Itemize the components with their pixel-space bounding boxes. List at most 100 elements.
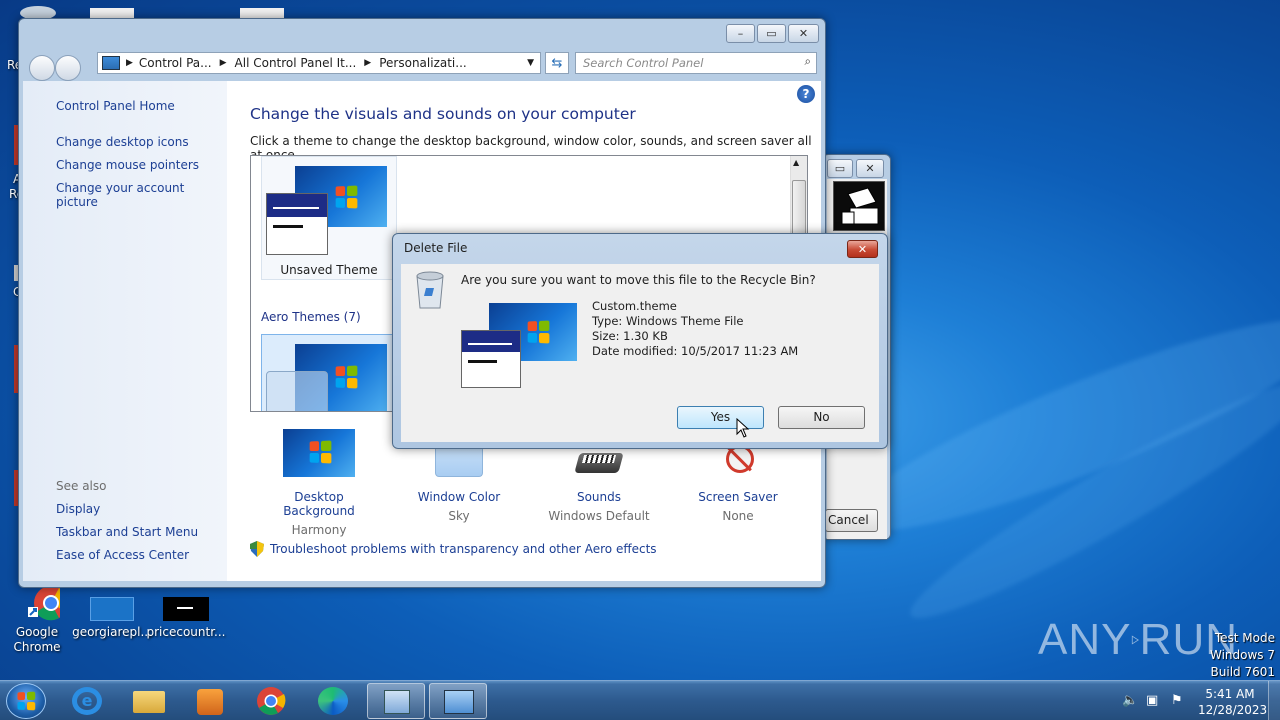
change-mouse-pointers-link[interactable]: Change mouse pointers: [56, 158, 199, 172]
setting-value: Harmony: [291, 523, 347, 537]
aero-themes-heading: Aero Themes (7): [261, 310, 361, 324]
screensaver-icon: [833, 181, 885, 231]
volume-icon[interactable]: 🔈: [1122, 693, 1138, 708]
setting-value: Windows Default: [548, 509, 650, 523]
refresh-icon: ⇆: [551, 55, 563, 71]
watermark-line: Build 7601: [1210, 665, 1275, 679]
minimize-button[interactable]: –: [726, 24, 755, 43]
personalization-icon: [444, 690, 474, 714]
taskbar-edge-button[interactable]: [304, 683, 362, 719]
task-pane: Control Panel Home Change desktop icons …: [23, 81, 227, 581]
caption-buttons: – ▭ ✕: [726, 24, 819, 43]
file-name: Custom.theme: [592, 299, 677, 313]
desktop-icon-file[interactable]: georgiarepl...: [72, 585, 152, 640]
theme-tile-unsaved[interactable]: Unsaved Theme: [261, 156, 397, 280]
mouse-cursor-icon: [736, 418, 750, 438]
theme-window-preview: [266, 193, 328, 255]
see-also-heading: See also: [56, 479, 107, 493]
file-size: Size: 1.30 KB: [592, 329, 668, 343]
folder-icon: [133, 691, 165, 713]
chevron-right-icon: ▶: [219, 58, 227, 68]
yes-button[interactable]: Yes: [677, 406, 764, 429]
desktop-icon-file[interactable]: pricecountr...: [146, 585, 226, 640]
shield-icon: [250, 541, 264, 557]
search-placeholder: Search Control Panel: [583, 56, 704, 70]
chevron-right-icon: ▶: [126, 58, 133, 68]
media-player-icon: [197, 689, 223, 715]
address-bar[interactable]: ▶ Control Pa... ▶ All Control Panel It..…: [97, 52, 541, 74]
maximize-button[interactable]: ▭: [757, 24, 786, 43]
desktop-icon-label: georgiarepl...: [72, 625, 152, 639]
network-icon[interactable]: ▣: [1146, 693, 1158, 708]
watermark-logo: ANY RUN: [1038, 610, 1238, 670]
desktop-icon-chrome[interactable]: Google Chrome: [0, 585, 77, 655]
taskbar-explorer-button[interactable]: [120, 683, 178, 719]
display-link[interactable]: Display: [56, 502, 100, 516]
clock-time: 5:41 AM: [1205, 687, 1255, 701]
setting-label: Desktop Background: [283, 490, 355, 518]
cancel-button[interactable]: Cancel: [825, 509, 878, 532]
forward-button[interactable]: [55, 55, 81, 81]
setting-label: Screen Saver: [698, 490, 778, 504]
dialog-title: Delete File: [404, 241, 468, 255]
no-button[interactable]: No: [778, 406, 865, 429]
start-button[interactable]: [6, 683, 46, 719]
change-account-picture-link[interactable]: Change your account picture: [56, 181, 227, 209]
page-title: Change the visuals and sounds on your co…: [250, 105, 636, 123]
theme-tile-aero[interactable]: [261, 334, 397, 411]
taskbar-ie-button[interactable]: e: [58, 683, 116, 719]
delete-file-dialog: Delete File ✕ Are you sure you want to m…: [392, 233, 888, 449]
action-center-flag-icon[interactable]: ⚑: [1171, 693, 1183, 708]
clock[interactable]: 5:41 AM 12/28/2023: [1198, 686, 1268, 718]
desktop-icon-label: pricecountr...: [146, 625, 226, 639]
chrome-icon: [14, 585, 69, 621]
taskbar: e 🔈 ▣ ⚑ 5:41 AM 12/28/2023: [0, 680, 1280, 720]
setting-value: None: [722, 509, 754, 523]
change-desktop-icons-link[interactable]: Change desktop icons: [56, 135, 189, 149]
ease-of-access-link[interactable]: Ease of Access Center: [56, 548, 189, 562]
troubleshoot-link[interactable]: Troubleshoot problems with transparency …: [250, 541, 657, 557]
file-details: Custom.theme Type: Windows Theme File Si…: [592, 299, 798, 359]
desktop-background-setting[interactable]: Desktop Background Harmony: [259, 429, 379, 537]
breadcrumb-item[interactable]: Personalizati...: [379, 56, 466, 70]
control-panel-icon: [384, 690, 410, 714]
search-input[interactable]: Search Control Panel ⌕: [575, 52, 817, 74]
control-panel-home-link[interactable]: Control Panel Home: [56, 99, 175, 113]
watermark-text: ANY: [1038, 615, 1132, 664]
test-mode-watermark: Test Mode Windows 7 Build 7601: [1210, 630, 1275, 681]
close-button[interactable]: ✕: [847, 240, 878, 258]
play-icon: [1132, 635, 1140, 645]
taskbar-start-menu-link[interactable]: Taskbar and Start Menu: [56, 525, 198, 539]
taskbar-media-button[interactable]: [181, 683, 239, 719]
breadcrumb-item[interactable]: Control Pa...: [139, 56, 212, 70]
taskbar-chrome-button[interactable]: [242, 683, 300, 719]
clock-date: 12/28/2023: [1198, 703, 1268, 717]
edge-icon: [318, 687, 348, 715]
show-desktop-button[interactable]: [1268, 681, 1280, 720]
scroll-up-icon[interactable]: ▲: [793, 158, 799, 167]
close-button[interactable]: ✕: [788, 24, 819, 43]
control-panel-icon: [102, 56, 120, 70]
recycle-bin-icon: [416, 271, 444, 309]
desktop-icon-label: Google Chrome: [13, 625, 61, 654]
watermark-line: Windows 7: [1209, 648, 1275, 662]
file-thumbnail-window: [461, 330, 521, 388]
taskbar-control-panel-button[interactable]: [367, 683, 425, 719]
setting-value: Sky: [448, 509, 470, 523]
setting-label: Sounds: [576, 490, 622, 504]
taskbar-personalization-button[interactable]: [429, 683, 487, 719]
theme-window-preview: [266, 371, 328, 411]
breadcrumb-item[interactable]: All Control Panel It...: [235, 56, 357, 70]
chevron-down-icon[interactable]: ▼: [527, 58, 534, 68]
internet-explorer-icon: e: [72, 687, 102, 715]
chrome-icon: [257, 687, 286, 715]
refresh-button[interactable]: ⇆: [545, 52, 569, 74]
setting-label: Window Color: [417, 490, 501, 504]
search-icon: ⌕: [804, 54, 811, 68]
maximize-button[interactable]: ▭: [827, 159, 853, 178]
back-button[interactable]: [29, 55, 55, 81]
help-icon[interactable]: ?: [797, 85, 815, 103]
desktop-background-icon: [283, 429, 355, 477]
file-icon: [163, 585, 209, 621]
close-button[interactable]: ✕: [856, 159, 884, 178]
